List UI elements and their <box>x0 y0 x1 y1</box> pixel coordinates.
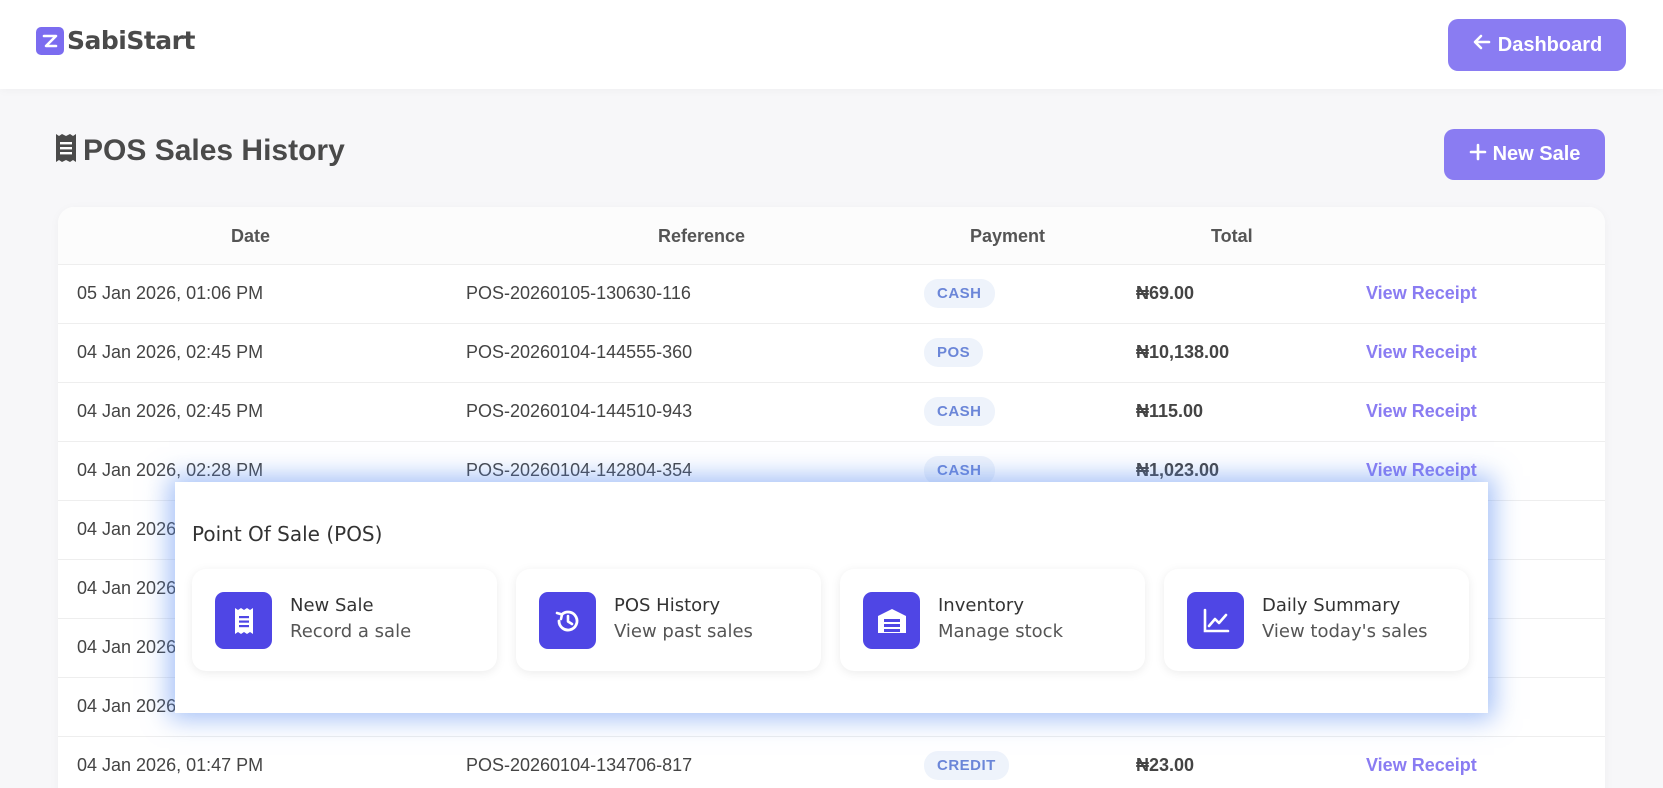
table-row: 04 Jan 2026, 02:45 PM POS-20260104-14451… <box>58 383 1605 442</box>
tile-inventory[interactable]: Inventory Manage stock <box>840 569 1145 671</box>
sale-reference: POS-20260104-142804-354 <box>466 460 693 480</box>
column-header-payment: Payment <box>970 226 1046 246</box>
sale-total: ₦115.00 <box>1136 401 1204 421</box>
dashboard-button[interactable]: Dashboard <box>1448 19 1626 71</box>
chart-line-icon <box>1187 592 1244 649</box>
sale-reference: POS-20260104-134706-817 <box>466 755 693 775</box>
sale-total: ₦23.00 <box>1136 755 1195 775</box>
tile-new-sale[interactable]: New Sale Record a sale <box>192 569 497 671</box>
column-header-date: Date <box>231 226 271 246</box>
view-receipt-link[interactable]: View Receipt <box>1366 755 1477 776</box>
tile-daily-summary[interactable]: Daily Summary View today's sales <box>1164 569 1469 671</box>
new-sale-button[interactable]: New Sale <box>1444 129 1605 180</box>
top-navbar: SabiStart Dashboard <box>0 0 1663 89</box>
payment-badge: CASH <box>924 397 995 426</box>
tile-title: POS History <box>614 595 721 616</box>
tile-title: Inventory <box>938 595 1024 616</box>
arrow-left-icon <box>1472 32 1492 58</box>
sale-date: 04 Jan 2026 <box>77 696 177 716</box>
column-header-total: Total <box>1211 226 1253 246</box>
sale-date: 04 Jan 2026, 02:28 PM <box>77 460 264 480</box>
sale-date: 04 Jan 2026 <box>77 519 177 539</box>
plus-icon <box>1469 143 1487 167</box>
sale-date: 04 Jan 2026, 02:45 PM <box>77 342 264 362</box>
logo-icon <box>36 26 64 55</box>
page-title: POS Sales History <box>55 133 345 168</box>
brand-name: SabiStart <box>67 26 195 55</box>
column-header-reference: Reference <box>658 226 746 246</box>
tile-subtitle: Manage stock <box>938 621 1063 642</box>
page-heading: POS Sales History <box>83 133 345 167</box>
history-icon <box>539 592 596 649</box>
sale-total: ₦1,023.00 <box>1136 460 1220 480</box>
view-receipt-link[interactable]: View Receipt <box>1366 283 1477 304</box>
table-row: 04 Jan 2026, 01:47 PM POS-20260104-13470… <box>58 737 1605 788</box>
tile-pos-history[interactable]: POS History View past sales <box>516 569 821 671</box>
tile-subtitle: View today's sales <box>1262 621 1428 642</box>
table-row: 05 Jan 2026, 01:06 PM POS-20260105-13063… <box>58 265 1605 324</box>
sale-total: ₦10,138.00 <box>1136 342 1230 362</box>
tile-title: Daily Summary <box>1262 595 1401 616</box>
pos-menu-tiles: New Sale Record a sale POS History View … <box>192 569 1469 671</box>
table-row: 04 Jan 2026, 02:45 PM POS-20260104-14455… <box>58 324 1605 383</box>
tile-title: New Sale <box>290 595 374 616</box>
brand-logo[interactable]: SabiStart <box>36 26 195 55</box>
view-receipt-link[interactable]: View Receipt <box>1366 460 1477 481</box>
sale-reference: POS-20260104-144555-360 <box>466 342 693 362</box>
tile-subtitle: View past sales <box>614 621 753 642</box>
dashboard-label: Dashboard <box>1497 33 1603 56</box>
warehouse-icon <box>863 592 920 649</box>
pos-menu-popup: Point Of Sale (POS) New Sale Record a sa… <box>175 482 1488 713</box>
table-header: Date Reference Payment Total <box>58 207 1605 265</box>
sale-date: 04 Jan 2026, 01:47 PM <box>77 755 264 775</box>
pos-menu-title: Point Of Sale (POS) <box>192 522 383 546</box>
sale-date: 04 Jan 2026 <box>77 637 177 657</box>
receipt-icon <box>55 133 77 168</box>
payment-badge: CREDIT <box>924 751 1009 780</box>
payment-badge: CASH <box>924 279 995 308</box>
new-sale-label: New Sale <box>1492 143 1581 165</box>
sale-total: ₦69.00 <box>1136 283 1195 303</box>
sale-date: 04 Jan 2026 <box>77 578 177 598</box>
tile-subtitle: Record a sale <box>290 621 412 642</box>
receipt-icon <box>215 592 272 649</box>
payment-badge: POS <box>924 338 984 367</box>
payment-badge: CASH <box>924 456 995 485</box>
sale-date: 05 Jan 2026, 01:06 PM <box>77 283 264 303</box>
sale-reference: POS-20260105-130630-116 <box>466 283 691 303</box>
sale-date: 04 Jan 2026, 02:45 PM <box>77 401 264 421</box>
sale-reference: POS-20260104-144510-943 <box>466 401 693 421</box>
view-receipt-link[interactable]: View Receipt <box>1366 342 1477 363</box>
view-receipt-link[interactable]: View Receipt <box>1366 401 1477 422</box>
